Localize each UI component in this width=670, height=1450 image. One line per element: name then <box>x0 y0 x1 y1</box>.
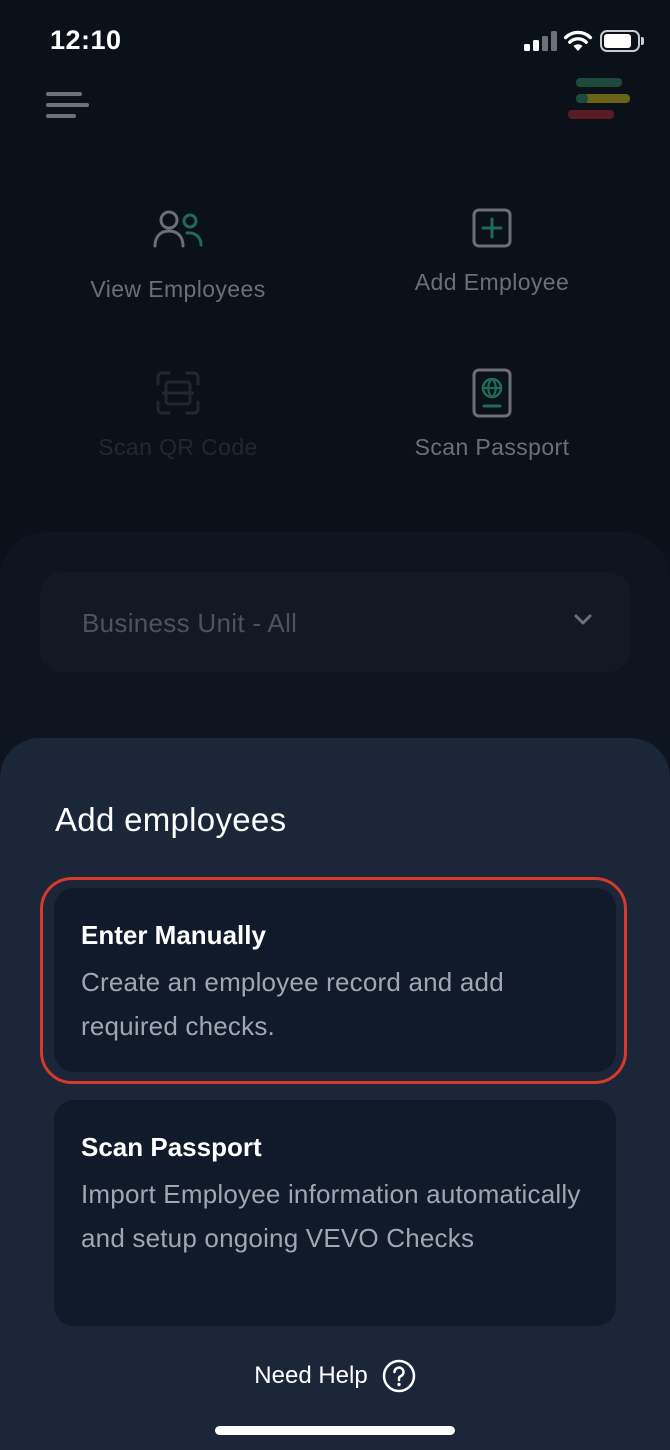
qr-scan-icon <box>156 371 200 415</box>
status-bar: 12:10 <box>0 0 670 80</box>
view-employees-tile[interactable]: View Employees <box>18 210 338 330</box>
business-unit-value: Business Unit - All <box>82 608 298 638</box>
scan-passport-label: Scan Passport <box>414 434 570 460</box>
sheet-title: Add employees <box>55 801 287 838</box>
option-description: Create an employee record and add requir… <box>81 967 504 1041</box>
need-help-link[interactable]: Need Help <box>0 1354 670 1398</box>
chevron-down-icon <box>574 614 592 625</box>
home-indicator <box>215 1426 455 1435</box>
view-employees-label: View Employees <box>90 276 266 302</box>
add-square-icon <box>472 208 512 248</box>
app-logo <box>566 78 632 122</box>
option-title: Scan Passport <box>81 1132 262 1162</box>
add-employees-sheet: Add employees Enter Manually Create an e… <box>0 738 670 1450</box>
scan-qr-code-tile[interactable]: Scan QR Code <box>18 370 338 490</box>
users-icon <box>153 210 203 248</box>
option-title: Enter Manually <box>81 920 266 950</box>
wifi-icon <box>563 30 593 51</box>
status-time: 12:10 <box>50 25 122 55</box>
option-description: Import Employee information automaticall… <box>81 1179 581 1253</box>
scan-qr-code-label: Scan QR Code <box>98 434 258 460</box>
question-circle-icon <box>382 1359 415 1393</box>
enter-manually-option[interactable]: Enter Manually Create an employee record… <box>54 888 616 1072</box>
business-unit-select[interactable]: Business Unit - All <box>40 572 630 672</box>
cellular-signal-icon <box>524 31 557 51</box>
passport-icon <box>472 368 512 418</box>
add-employee-tile[interactable]: Add Employee <box>332 208 652 328</box>
hamburger-menu-icon[interactable] <box>46 90 90 122</box>
battery-icon <box>600 30 644 52</box>
add-employee-label: Add Employee <box>414 269 570 295</box>
scan-passport-option[interactable]: Scan Passport Import Employee informatio… <box>54 1100 616 1326</box>
need-help-label: Need Help <box>254 1362 368 1389</box>
scan-passport-tile[interactable]: Scan Passport <box>332 368 652 488</box>
